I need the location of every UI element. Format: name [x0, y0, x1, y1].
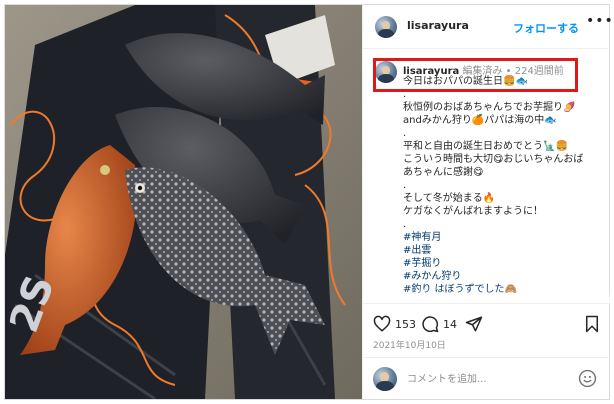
caption-line: . [403, 180, 407, 191]
post-date[interactable]: 2021年10月10日 [373, 338, 446, 351]
avatar[interactable] [375, 16, 397, 38]
caption-line: こういう時間も大切😋おじいちゃんおば [403, 154, 584, 165]
comment-avatar [373, 367, 397, 391]
smiley-icon[interactable] [578, 369, 597, 388]
post-side-panel: lisarayura フォローする ••• lisarayura 編集済み • … [362, 5, 613, 399]
paper-plane-icon [465, 316, 483, 332]
share-button[interactable] [465, 314, 483, 334]
caption-text: 今日はおパパの誕生日🍔🐟 . 秋恒例のおばあちゃんちでお芋掘り🍠 andみかん狩… [403, 75, 603, 296]
hashtag-link[interactable]: #出雲 [403, 244, 603, 257]
caption-line: . [403, 128, 407, 139]
post-photo[interactable]: 2S [5, 5, 362, 399]
caption-fade [363, 289, 610, 303]
action-bar: 153 14 [363, 303, 610, 343]
bookmark-icon [586, 315, 598, 333]
caption-line: そして冬が始まる🔥 [403, 193, 496, 204]
caption-line: andみかん狩り🍊パパは海の中🐟 [403, 115, 557, 126]
caption-line: . [403, 219, 407, 230]
caption-line: あちゃんに感謝😋 [403, 167, 484, 178]
comment-button[interactable]: 14 [421, 314, 457, 334]
post-photo-image: 2S [5, 5, 362, 399]
caption-line: 平和と自由の誕生日おめでとう🗽🍔 [403, 141, 568, 152]
more-options-icon[interactable]: ••• [586, 13, 614, 29]
comment-box [363, 357, 610, 399]
hashtag-link[interactable]: #芋掘り [403, 257, 603, 270]
like-count: 153 [395, 317, 416, 331]
save-button[interactable] [583, 314, 601, 334]
caption-line: ケガなくがんばれますように！ [403, 206, 543, 217]
speech-bubble-icon [422, 316, 439, 333]
caption-area: lisarayura 編集済み • 224週間前 今日はおパパの誕生日🍔🐟 . … [363, 51, 610, 303]
caption-line: . [403, 89, 407, 100]
like-button[interactable]: 153 [373, 314, 416, 334]
post-header: lisarayura フォローする ••• [363, 5, 613, 49]
hashtag-link[interactable]: #みかん狩り [403, 270, 603, 283]
caption-line: 今日はおパパの誕生日🍔🐟 [403, 76, 528, 87]
header-username[interactable]: lisarayura [407, 19, 469, 32]
comment-count: 14 [443, 317, 457, 331]
hashtag-link[interactable]: #神有月 [403, 231, 603, 244]
follow-button[interactable]: フォローする [513, 20, 579, 36]
comment-input[interactable] [407, 371, 567, 387]
post-dialog: 2S lisarayura フォローする ••• lisarayura 編集済み… [4, 4, 613, 400]
heart-icon [373, 315, 391, 332]
caption-line: 秋恒例のおばあちゃんちでお芋掘り🍠 [403, 102, 576, 113]
